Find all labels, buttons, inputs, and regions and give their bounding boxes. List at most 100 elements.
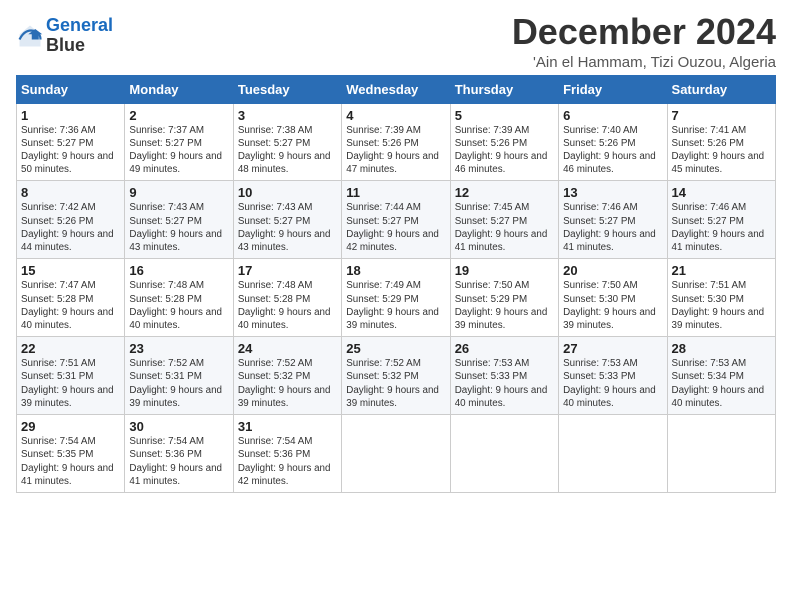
day-detail: Sunrise: 7:54 AMSunset: 5:35 PMDaylight:… [21,435,120,488]
day-detail: Sunrise: 7:49 AMSunset: 5:29 PMDaylight:… [346,279,445,332]
calendar-week-4: 22Sunrise: 7:51 AMSunset: 5:31 PMDayligh… [17,337,776,415]
day-detail: Sunrise: 7:42 AMSunset: 5:26 PMDaylight:… [21,201,120,254]
th-saturday: Saturday [667,75,775,103]
day-number: 7 [672,108,771,123]
day-number: 9 [129,185,228,200]
day-detail: Sunrise: 7:43 AMSunset: 5:27 PMDaylight:… [129,201,228,254]
th-wednesday: Wednesday [342,75,450,103]
day-number: 22 [21,341,120,356]
day-detail: Sunrise: 7:48 AMSunset: 5:28 PMDaylight:… [238,279,337,332]
calendar-cell: 16Sunrise: 7:48 AMSunset: 5:28 PMDayligh… [125,259,233,337]
calendar-cell: 1Sunrise: 7:36 AMSunset: 5:27 PMDaylight… [17,103,125,181]
calendar-week-5: 29Sunrise: 7:54 AMSunset: 5:35 PMDayligh… [17,415,776,493]
day-detail: Sunrise: 7:37 AMSunset: 5:27 PMDaylight:… [129,124,228,177]
calendar-week-2: 8Sunrise: 7:42 AMSunset: 5:26 PMDaylight… [17,181,776,259]
calendar-cell: 3Sunrise: 7:38 AMSunset: 5:27 PMDaylight… [233,103,341,181]
day-detail: Sunrise: 7:52 AMSunset: 5:31 PMDaylight:… [129,357,228,410]
calendar-cell: 4Sunrise: 7:39 AMSunset: 5:26 PMDaylight… [342,103,450,181]
calendar-cell: 22Sunrise: 7:51 AMSunset: 5:31 PMDayligh… [17,337,125,415]
day-number: 29 [21,419,120,434]
location: 'Ain el Hammam, Tizi Ouzou, Algeria [512,54,776,71]
day-number: 4 [346,108,445,123]
header-row: General Blue December 2024 'Ain el Hamma… [16,12,776,71]
day-number: 6 [563,108,662,123]
calendar-cell: 25Sunrise: 7:52 AMSunset: 5:32 PMDayligh… [342,337,450,415]
day-number: 20 [563,263,662,278]
day-detail: Sunrise: 7:54 AMSunset: 5:36 PMDaylight:… [238,435,337,488]
day-number: 5 [455,108,554,123]
day-detail: Sunrise: 7:39 AMSunset: 5:26 PMDaylight:… [346,124,445,177]
day-detail: Sunrise: 7:53 AMSunset: 5:34 PMDaylight:… [672,357,771,410]
day-number: 25 [346,341,445,356]
day-number: 24 [238,341,337,356]
day-number: 12 [455,185,554,200]
day-detail: Sunrise: 7:40 AMSunset: 5:26 PMDaylight:… [563,124,662,177]
day-number: 27 [563,341,662,356]
day-detail: Sunrise: 7:52 AMSunset: 5:32 PMDaylight:… [238,357,337,410]
day-detail: Sunrise: 7:53 AMSunset: 5:33 PMDaylight:… [563,357,662,410]
day-number: 16 [129,263,228,278]
calendar-cell: 9Sunrise: 7:43 AMSunset: 5:27 PMDaylight… [125,181,233,259]
calendar-cell [667,415,775,493]
day-number: 19 [455,263,554,278]
calendar-cell: 20Sunrise: 7:50 AMSunset: 5:30 PMDayligh… [559,259,667,337]
th-thursday: Thursday [450,75,558,103]
day-detail: Sunrise: 7:52 AMSunset: 5:32 PMDaylight:… [346,357,445,410]
calendar-cell: 10Sunrise: 7:43 AMSunset: 5:27 PMDayligh… [233,181,341,259]
th-friday: Friday [559,75,667,103]
calendar-week-3: 15Sunrise: 7:47 AMSunset: 5:28 PMDayligh… [17,259,776,337]
day-number: 28 [672,341,771,356]
day-detail: Sunrise: 7:48 AMSunset: 5:28 PMDaylight:… [129,279,228,332]
day-detail: Sunrise: 7:54 AMSunset: 5:36 PMDaylight:… [129,435,228,488]
day-detail: Sunrise: 7:45 AMSunset: 5:27 PMDaylight:… [455,201,554,254]
day-detail: Sunrise: 7:50 AMSunset: 5:29 PMDaylight:… [455,279,554,332]
day-detail: Sunrise: 7:46 AMSunset: 5:27 PMDaylight:… [563,201,662,254]
calendar-cell: 13Sunrise: 7:46 AMSunset: 5:27 PMDayligh… [559,181,667,259]
calendar-week-1: 1Sunrise: 7:36 AMSunset: 5:27 PMDaylight… [17,103,776,181]
day-detail: Sunrise: 7:41 AMSunset: 5:26 PMDaylight:… [672,124,771,177]
day-number: 3 [238,108,337,123]
logo-icon [16,22,44,50]
th-tuesday: Tuesday [233,75,341,103]
calendar-cell: 31Sunrise: 7:54 AMSunset: 5:36 PMDayligh… [233,415,341,493]
day-detail: Sunrise: 7:39 AMSunset: 5:26 PMDaylight:… [455,124,554,177]
th-monday: Monday [125,75,233,103]
day-detail: Sunrise: 7:47 AMSunset: 5:28 PMDaylight:… [21,279,120,332]
calendar-cell: 7Sunrise: 7:41 AMSunset: 5:26 PMDaylight… [667,103,775,181]
calendar-cell: 27Sunrise: 7:53 AMSunset: 5:33 PMDayligh… [559,337,667,415]
calendar-cell: 19Sunrise: 7:50 AMSunset: 5:29 PMDayligh… [450,259,558,337]
day-detail: Sunrise: 7:53 AMSunset: 5:33 PMDaylight:… [455,357,554,410]
calendar-cell: 6Sunrise: 7:40 AMSunset: 5:26 PMDaylight… [559,103,667,181]
day-detail: Sunrise: 7:50 AMSunset: 5:30 PMDaylight:… [563,279,662,332]
calendar-cell: 2Sunrise: 7:37 AMSunset: 5:27 PMDaylight… [125,103,233,181]
day-detail: Sunrise: 7:51 AMSunset: 5:30 PMDaylight:… [672,279,771,332]
calendar-cell [559,415,667,493]
day-detail: Sunrise: 7:38 AMSunset: 5:27 PMDaylight:… [238,124,337,177]
calendar-cell: 18Sunrise: 7:49 AMSunset: 5:29 PMDayligh… [342,259,450,337]
month-title: December 2024 [512,12,776,52]
calendar-cell: 23Sunrise: 7:52 AMSunset: 5:31 PMDayligh… [125,337,233,415]
day-number: 31 [238,419,337,434]
day-number: 1 [21,108,120,123]
calendar-cell: 24Sunrise: 7:52 AMSunset: 5:32 PMDayligh… [233,337,341,415]
calendar-cell: 26Sunrise: 7:53 AMSunset: 5:33 PMDayligh… [450,337,558,415]
day-number: 26 [455,341,554,356]
calendar-cell: 5Sunrise: 7:39 AMSunset: 5:26 PMDaylight… [450,103,558,181]
logo-text: General Blue [46,16,113,56]
day-detail: Sunrise: 7:51 AMSunset: 5:31 PMDaylight:… [21,357,120,410]
day-number: 13 [563,185,662,200]
day-number: 30 [129,419,228,434]
day-number: 2 [129,108,228,123]
calendar-cell: 14Sunrise: 7:46 AMSunset: 5:27 PMDayligh… [667,181,775,259]
logo: General Blue [16,16,113,56]
day-number: 10 [238,185,337,200]
calendar-cell [450,415,558,493]
page-container: General Blue December 2024 'Ain el Hamma… [0,0,792,501]
calendar-cell: 17Sunrise: 7:48 AMSunset: 5:28 PMDayligh… [233,259,341,337]
calendar-cell: 29Sunrise: 7:54 AMSunset: 5:35 PMDayligh… [17,415,125,493]
calendar-cell: 30Sunrise: 7:54 AMSunset: 5:36 PMDayligh… [125,415,233,493]
day-number: 21 [672,263,771,278]
calendar-cell: 8Sunrise: 7:42 AMSunset: 5:26 PMDaylight… [17,181,125,259]
day-number: 14 [672,185,771,200]
header-row-days: Sunday Monday Tuesday Wednesday Thursday… [17,75,776,103]
